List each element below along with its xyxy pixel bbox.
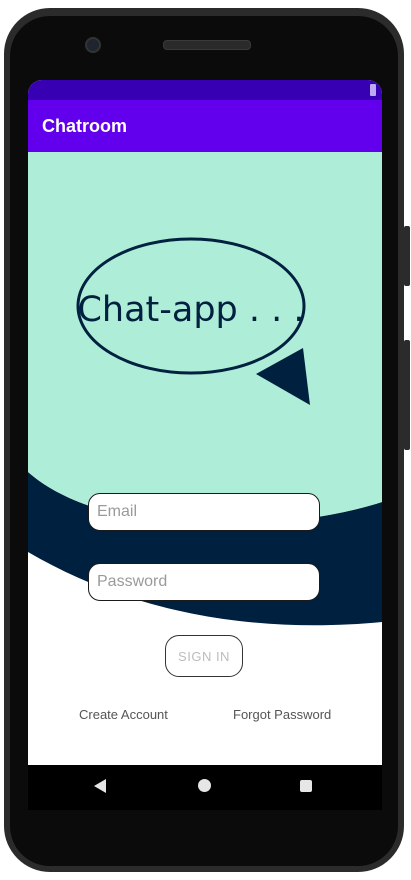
app-bar: Chatroom: [28, 100, 382, 152]
back-icon[interactable]: [94, 779, 106, 793]
status-bar: [28, 80, 382, 100]
battery-icon: [370, 84, 376, 96]
volume-button: [404, 226, 410, 286]
email-input[interactable]: [88, 493, 320, 531]
power-button: [404, 340, 410, 450]
home-icon[interactable]: [198, 779, 211, 792]
password-input[interactable]: [88, 563, 320, 601]
screen: Chatroom Chat-app . . . SIGN IN Create A…: [28, 80, 382, 765]
sign-in-button[interactable]: SIGN IN: [165, 635, 243, 677]
login-content: Chat-app . . . SIGN IN Create Account Fo…: [28, 152, 382, 765]
forgot-password-link[interactable]: Forgot Password: [233, 707, 331, 722]
system-nav-bar: [28, 765, 382, 810]
earpiece-speaker: [163, 40, 251, 50]
logo-text: Chat-app . . .: [77, 290, 304, 330]
app-title: Chatroom: [42, 116, 127, 136]
recents-icon[interactable]: [300, 780, 312, 792]
front-camera: [85, 37, 101, 53]
create-account-link[interactable]: Create Account: [79, 707, 168, 722]
